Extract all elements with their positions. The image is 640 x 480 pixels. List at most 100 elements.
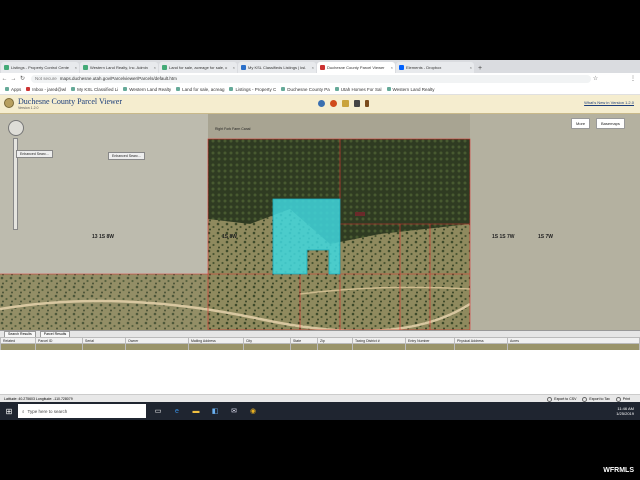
windows-start-icon[interactable]: ⊞ bbox=[0, 402, 18, 420]
tab-close-icon[interactable]: × bbox=[391, 65, 393, 70]
measure-tool-icon[interactable] bbox=[342, 100, 349, 107]
township-label: 1S 1S 7W bbox=[492, 234, 515, 240]
export-csv-option[interactable]: Export to CSV bbox=[547, 396, 577, 402]
tab-close-icon[interactable]: × bbox=[233, 65, 235, 70]
url-input[interactable]: Not secure maps.duchesne.utah.gov/Parcel… bbox=[31, 74, 591, 83]
watermark-label: WFRMLS bbox=[603, 467, 634, 474]
radio-icon bbox=[615, 396, 621, 402]
back-arrow-icon[interactable]: ← bbox=[0, 76, 9, 82]
app-version: Version 1.2.0 bbox=[18, 106, 39, 110]
browser-tab[interactable]: My KSL Classifieds Listings | ksl. × bbox=[238, 62, 316, 73]
flag-tool-icon[interactable] bbox=[354, 100, 360, 107]
enhanced-search-callout[interactable]: Enhanced Searc... bbox=[108, 152, 145, 160]
map-view[interactable]: Right Fork Farm Canal 13 1S 8W 1S 8W 1S … bbox=[0, 114, 640, 330]
chrome-icon[interactable]: ◉ bbox=[246, 404, 260, 418]
file-explorer-icon[interactable]: ▬ bbox=[189, 404, 203, 418]
bookmark-item[interactable]: Western Land Realty bbox=[386, 87, 434, 92]
tab-close-icon[interactable]: × bbox=[75, 65, 77, 70]
option-label: Export to Tax bbox=[589, 397, 610, 401]
bookmark-item[interactable]: Land for sale, acreag bbox=[176, 87, 224, 92]
bookmark-icon bbox=[123, 87, 128, 91]
satellite-imagery bbox=[0, 114, 640, 330]
tab-label: Elements - Dropbox bbox=[406, 65, 442, 70]
county-seal-icon bbox=[4, 98, 14, 108]
security-label[interactable]: Not secure bbox=[35, 76, 57, 81]
tab-favicon-icon bbox=[162, 65, 167, 70]
road-label: Right Fork Farm Canal bbox=[215, 127, 251, 131]
taskbar-search-input[interactable]: ⌕ Type here to search bbox=[18, 404, 146, 418]
bookmark-label: Duchesne County Pa bbox=[287, 86, 330, 92]
tab-favicon-icon bbox=[320, 65, 325, 70]
bookmark-icon bbox=[229, 87, 234, 91]
store-icon[interactable]: ◧ bbox=[208, 404, 222, 418]
export-tax-option[interactable]: Export to Tax bbox=[582, 396, 610, 402]
browser-tab-strip: Listings - Property Control Cente × Weste… bbox=[0, 60, 640, 73]
browser-tab[interactable]: Listings - Property Control Cente × bbox=[1, 62, 79, 73]
bookmark-item[interactable]: Apps bbox=[5, 87, 21, 92]
url-text: maps.duchesne.utah.gov/Parcelviewer/Parc… bbox=[59, 76, 177, 81]
tab-close-icon[interactable]: × bbox=[154, 65, 156, 70]
browser-menu-icon[interactable]: ⋮ bbox=[630, 75, 636, 82]
bookmark-icon bbox=[71, 87, 76, 91]
tab-label: Listings - Property Control Cente bbox=[11, 65, 70, 70]
township-label: 1S 8W bbox=[222, 234, 238, 240]
tab-favicon-icon bbox=[241, 65, 246, 70]
bookmark-label: Utah Homes For Sal bbox=[340, 86, 382, 92]
screen: Listings - Property Control Cente × Weste… bbox=[0, 60, 640, 420]
option-label: Print bbox=[622, 397, 630, 401]
bookmark-icon bbox=[176, 87, 181, 91]
browser-tab[interactable]: Land for sale, acreage for sale, c × bbox=[159, 62, 237, 73]
browser-tab-active[interactable]: Duchesne County Parcel Viewer × bbox=[317, 62, 395, 73]
radio-icon bbox=[547, 396, 553, 402]
township-label: 13 1S 8W bbox=[92, 234, 114, 240]
enhanced-search-callout[interactable]: Enhanced Searc... bbox=[16, 150, 53, 158]
forward-arrow-icon[interactable]: → bbox=[9, 76, 18, 82]
draw-tool-icon[interactable] bbox=[365, 100, 369, 107]
radio-icon bbox=[582, 396, 588, 402]
browser-tab[interactable]: Western Land Realty, Inc. Admin × bbox=[80, 62, 158, 73]
apps-icon bbox=[5, 87, 9, 91]
reload-icon[interactable]: ↻ bbox=[18, 75, 27, 82]
tab-close-icon[interactable]: × bbox=[470, 65, 472, 70]
bookmarks-bar: Apps Inbox - jared@wl My KSL Classified … bbox=[0, 84, 640, 95]
search-icon: ⌕ bbox=[22, 408, 25, 414]
print-option[interactable]: Print bbox=[615, 396, 630, 402]
basemaps-button[interactable]: Basemaps bbox=[596, 118, 625, 129]
new-tab-button[interactable]: + bbox=[478, 65, 482, 72]
bookmark-label: Inbox - jared@wl bbox=[32, 86, 67, 92]
pan-control[interactable] bbox=[8, 120, 24, 136]
tab-favicon-icon bbox=[399, 65, 404, 70]
tab-label: Duchesne County Parcel Viewer bbox=[327, 65, 385, 70]
task-view-icon[interactable]: ▭ bbox=[151, 404, 165, 418]
bookmark-label: Apps bbox=[11, 86, 22, 92]
bookmark-item[interactable]: Duchesne County Pa bbox=[281, 87, 330, 92]
tab-close-icon[interactable]: × bbox=[312, 65, 314, 70]
tab-label: My KSL Classifieds Listings | ksl. bbox=[248, 65, 307, 70]
tab-favicon-icon bbox=[4, 65, 9, 70]
bookmark-item[interactable]: My KSL Classified Li bbox=[71, 87, 118, 92]
windows-taskbar: ⊞ ⌕ Type here to search ▭ e ▬ ◧ ✉ ◉ 11:4… bbox=[0, 402, 640, 420]
bookmark-icon bbox=[386, 87, 391, 91]
tab-label: Land for sale, acreage for sale, c bbox=[169, 65, 228, 70]
bookmark-item[interactable]: Western Land Realty bbox=[123, 87, 171, 92]
tab-favicon-icon bbox=[83, 65, 88, 70]
option-label: Export to CSV bbox=[554, 397, 577, 401]
bookmark-item[interactable]: Utah Homes For Sal bbox=[334, 86, 382, 92]
results-panel-body bbox=[0, 350, 640, 394]
more-button[interactable]: More bbox=[571, 118, 591, 129]
selected-parcel[interactable] bbox=[272, 198, 341, 275]
coordinates-readout: Latitude: 40.275603 Longitude: -110.7280… bbox=[4, 397, 73, 401]
browser-tab[interactable]: Elements - Dropbox × bbox=[396, 62, 474, 73]
whats-new-link[interactable]: What's New in Version 1.2.0 bbox=[584, 100, 634, 105]
bookmark-item[interactable]: Inbox - jared@wl bbox=[26, 87, 66, 92]
mail-icon[interactable]: ✉ bbox=[227, 404, 241, 418]
bookmark-item[interactable]: Listings - Property C bbox=[229, 87, 276, 92]
bookmark-icon bbox=[281, 87, 286, 91]
system-tray[interactable]: 11:46 AM 1/25/2019 bbox=[616, 406, 634, 416]
identify-tool-icon[interactable] bbox=[330, 100, 337, 107]
edge-icon[interactable]: e bbox=[170, 404, 184, 418]
star-icon[interactable]: ☆ bbox=[591, 75, 600, 82]
bookmark-label: Western Land Realty bbox=[129, 86, 172, 92]
info-tool-icon[interactable] bbox=[318, 100, 325, 107]
township-label: 1S 7W bbox=[538, 234, 554, 240]
